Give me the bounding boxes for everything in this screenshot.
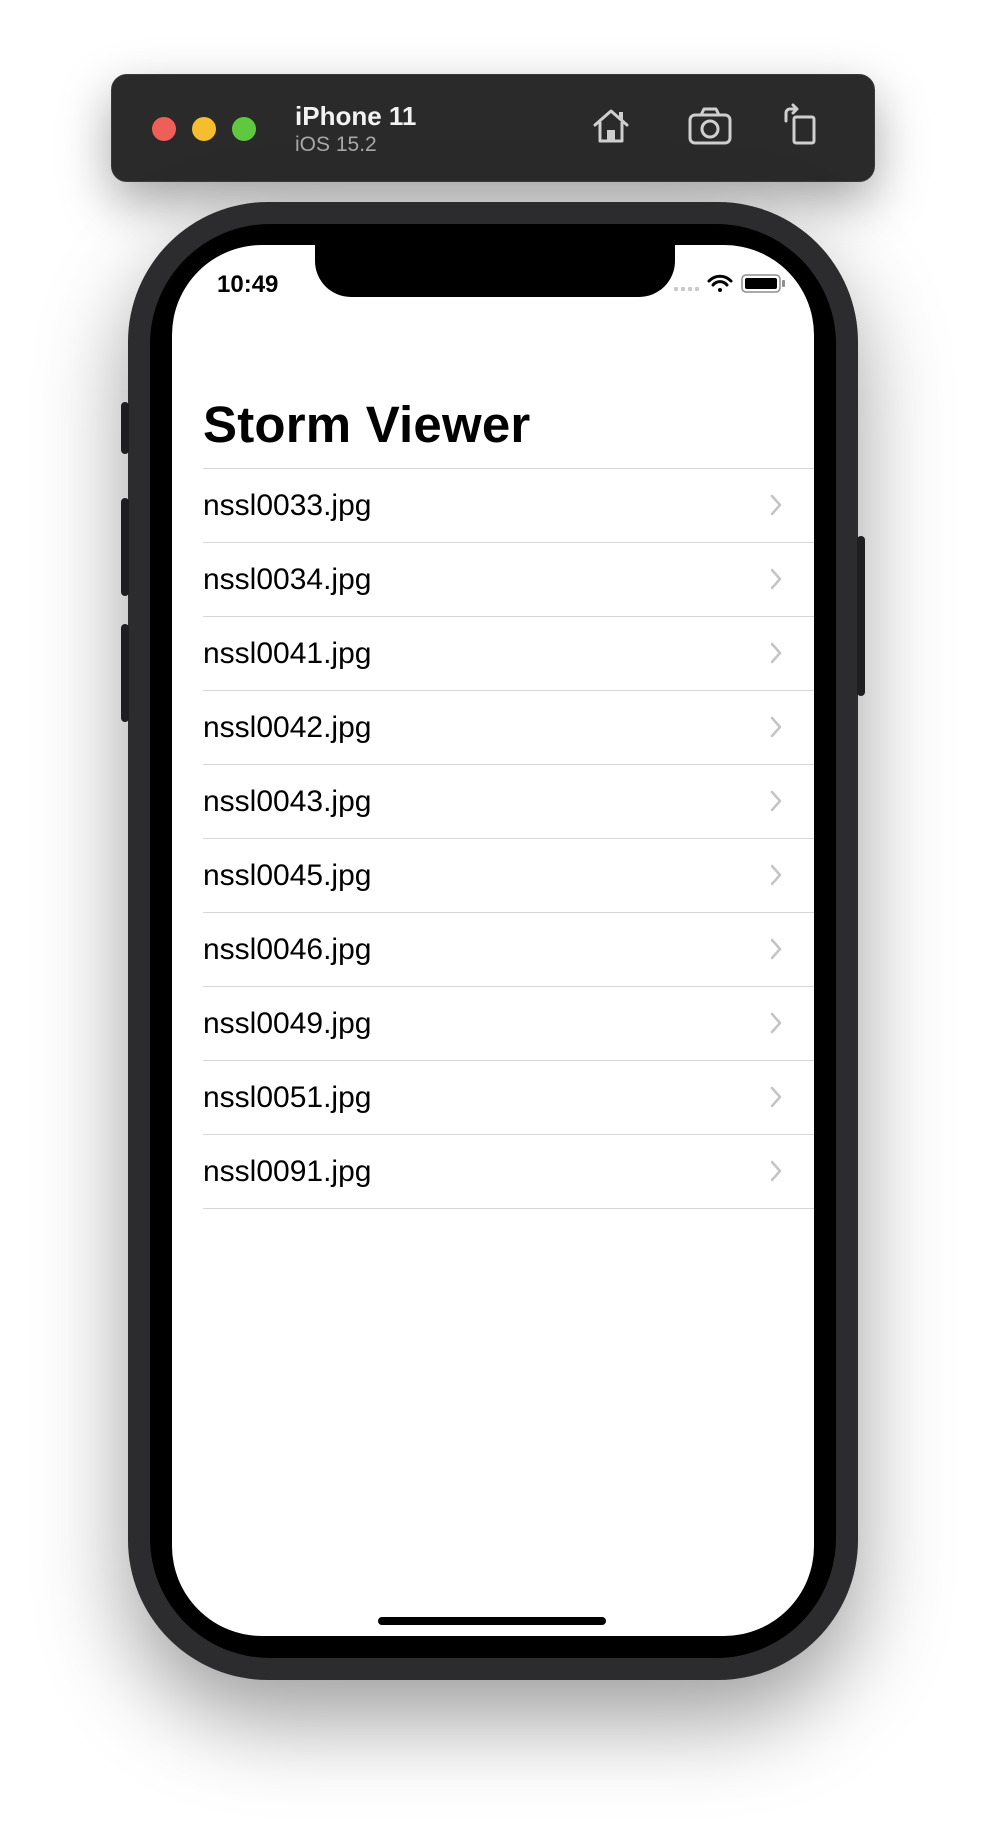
maximize-window-button[interactable] bbox=[232, 117, 256, 141]
list-item-label: nssl0051.jpg bbox=[203, 1081, 372, 1114]
status-icons bbox=[674, 273, 786, 293]
home-indicator[interactable] bbox=[378, 1617, 606, 1625]
status-time: 10:49 bbox=[217, 271, 279, 298]
chevron-right-icon bbox=[769, 789, 783, 813]
list-item-label: nssl0049.jpg bbox=[203, 1007, 372, 1040]
close-window-button[interactable] bbox=[152, 117, 176, 141]
cellular-icon bbox=[674, 287, 699, 291]
device-name: iPhone 11 bbox=[295, 101, 417, 131]
list-item-label: nssl0043.jpg bbox=[203, 785, 372, 818]
list-item[interactable]: nssl0046.jpg bbox=[203, 913, 814, 987]
chevron-right-icon bbox=[769, 1159, 783, 1183]
list-item[interactable]: nssl0051.jpg bbox=[203, 1061, 814, 1135]
list-item-label: nssl0045.jpg bbox=[203, 859, 372, 892]
chevron-right-icon bbox=[769, 1085, 783, 1109]
volume-up-button bbox=[121, 498, 129, 596]
simulator-toolbar: iPhone 11 iOS 15.2 bbox=[111, 74, 875, 182]
list-item-label: nssl0034.jpg bbox=[203, 563, 372, 596]
chevron-right-icon bbox=[769, 715, 783, 739]
list-item[interactable]: nssl0033.jpg bbox=[203, 469, 814, 543]
chevron-right-icon bbox=[769, 937, 783, 961]
volume-down-button bbox=[121, 624, 129, 722]
chevron-right-icon bbox=[769, 863, 783, 887]
device-os-version: iOS 15.2 bbox=[295, 133, 377, 156]
list-item[interactable]: nssl0041.jpg bbox=[203, 617, 814, 691]
screenshot-icon[interactable] bbox=[687, 103, 733, 149]
power-button bbox=[857, 536, 865, 696]
chevron-right-icon bbox=[769, 567, 783, 591]
image-list: nssl0033.jpg nssl0034.jpg nssl0041.jpg n… bbox=[203, 468, 814, 1209]
phone-screen: 10:49 Storm Viewer nssl0033.jpg nssl0034… bbox=[172, 245, 814, 1636]
list-item-label: nssl0033.jpg bbox=[203, 489, 372, 522]
mute-switch bbox=[121, 402, 129, 454]
wifi-icon bbox=[707, 274, 733, 292]
list-item[interactable]: nssl0045.jpg bbox=[203, 839, 814, 913]
chevron-right-icon bbox=[769, 493, 783, 517]
page-title: Storm Viewer bbox=[203, 396, 531, 453]
list-item-label: nssl0091.jpg bbox=[203, 1155, 372, 1188]
minimize-window-button[interactable] bbox=[192, 117, 216, 141]
notch bbox=[315, 245, 675, 297]
list-item[interactable]: nssl0042.jpg bbox=[203, 691, 814, 765]
battery-icon bbox=[741, 274, 785, 293]
rotate-icon[interactable] bbox=[778, 103, 824, 149]
chevron-right-icon bbox=[769, 1011, 783, 1035]
home-icon[interactable] bbox=[588, 103, 634, 149]
list-item[interactable]: nssl0043.jpg bbox=[203, 765, 814, 839]
chevron-right-icon bbox=[769, 641, 783, 665]
list-item[interactable]: nssl0034.jpg bbox=[203, 543, 814, 617]
list-item[interactable]: nssl0049.jpg bbox=[203, 987, 814, 1061]
list-item[interactable]: nssl0091.jpg bbox=[203, 1135, 814, 1209]
list-item-label: nssl0046.jpg bbox=[203, 933, 372, 966]
list-item-label: nssl0041.jpg bbox=[203, 637, 372, 670]
list-item-label: nssl0042.jpg bbox=[203, 711, 372, 744]
